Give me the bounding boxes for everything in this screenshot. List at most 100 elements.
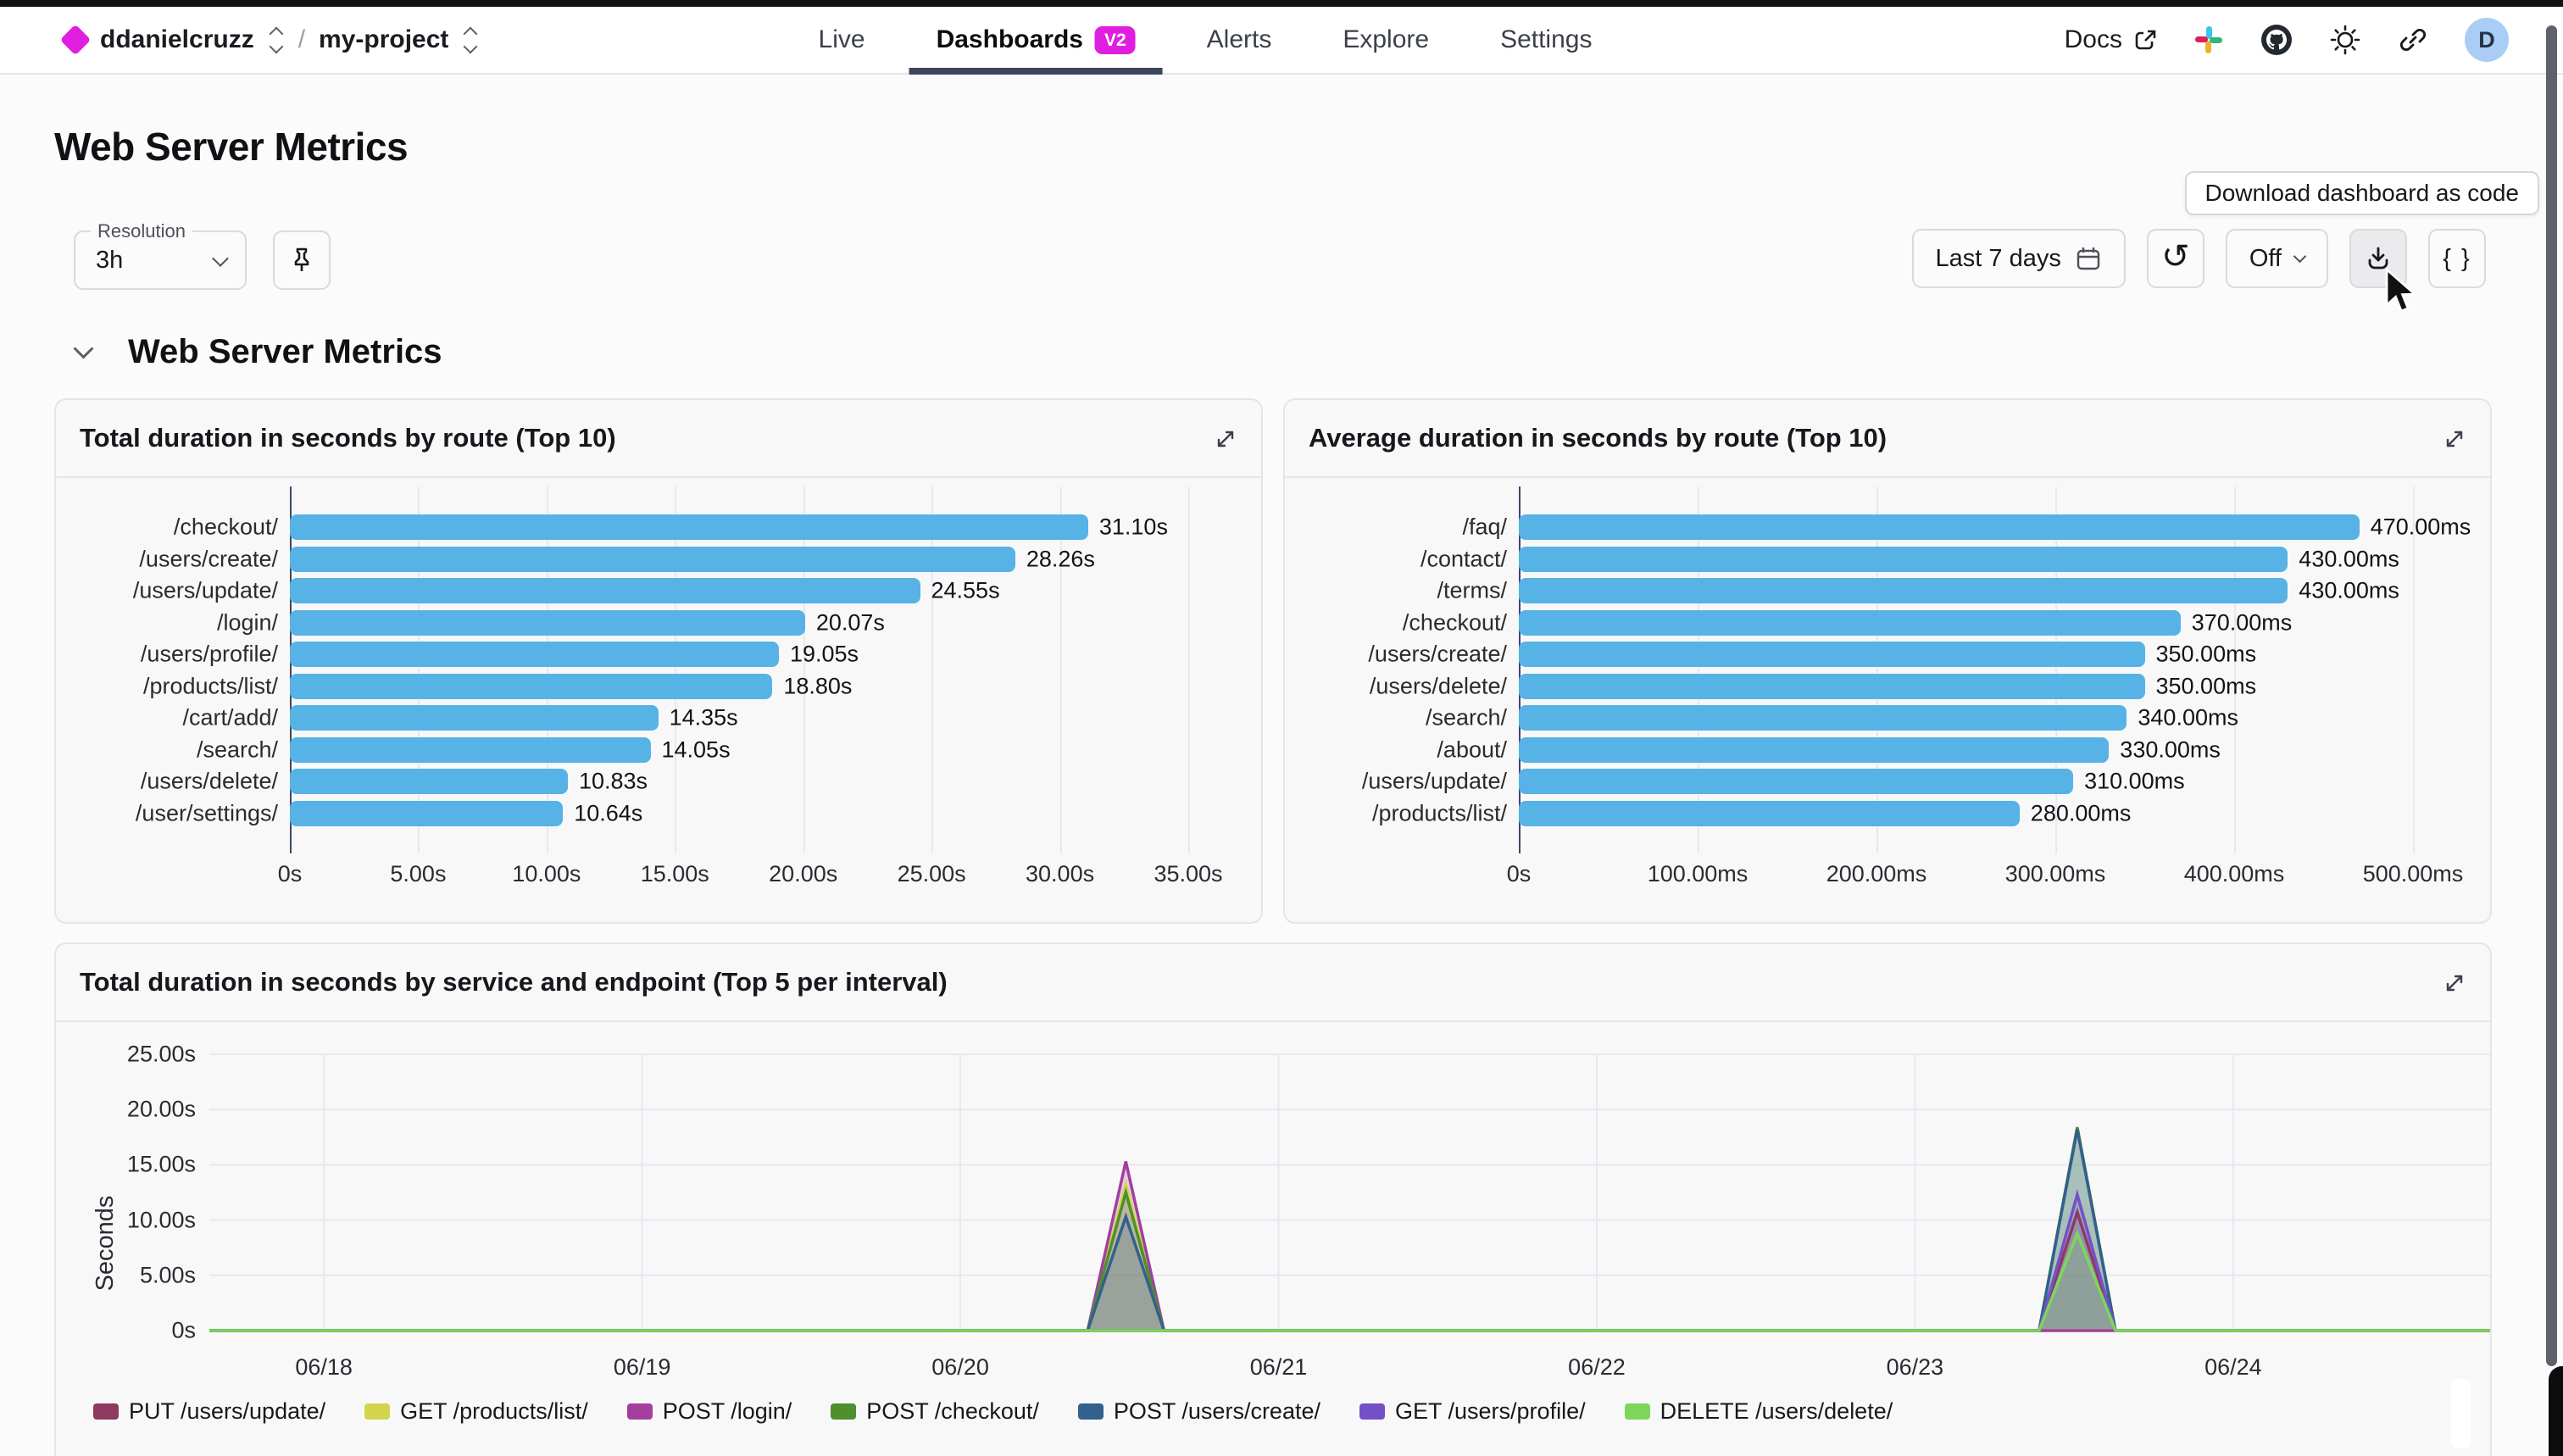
area-fill: [209, 1130, 2490, 1331]
x-axis-tick: 06/18: [295, 1354, 353, 1381]
legend-item[interactable]: GET /users/profile/: [1359, 1398, 1586, 1425]
x-axis-tick: 20.00s: [769, 861, 837, 887]
nav-tab-alerts[interactable]: Alerts: [1202, 7, 1277, 73]
bar-value-label: 430.00ms: [2299, 578, 2399, 604]
legend-item[interactable]: GET /products/list/: [364, 1398, 588, 1425]
nav-tab-live[interactable]: Live: [814, 7, 870, 73]
breadcrumb-project[interactable]: my-project: [319, 25, 448, 54]
x-axis-tick: 30.00s: [1026, 861, 1094, 887]
bar[interactable]: [290, 769, 568, 794]
area-fill: [209, 1185, 2490, 1331]
bar[interactable]: [290, 642, 779, 667]
bar[interactable]: [1519, 674, 2145, 699]
expand-panel-button[interactable]: [2438, 422, 2471, 456]
x-axis-tick: 200.00ms: [1826, 861, 1927, 887]
gridline: [2055, 486, 2057, 853]
page-scrollbar-thumb[interactable]: [2546, 25, 2557, 1366]
bar-category-label: /users/create/: [139, 546, 278, 572]
legend-item[interactable]: DELETE /users/delete/: [1625, 1398, 1893, 1425]
docs-link[interactable]: Docs: [2065, 25, 2158, 54]
bar-category-label: /users/profile/: [141, 642, 278, 668]
time-range-button[interactable]: Last 7 days: [1912, 229, 2126, 288]
legend-item[interactable]: POST /checkout/: [831, 1398, 1039, 1425]
x-axis-tick: 10.00s: [512, 861, 581, 887]
nav-tab-label: Settings: [1500, 25, 1592, 54]
bar[interactable]: [290, 801, 563, 826]
bar[interactable]: [1519, 514, 2360, 540]
y-axis-tick: 25.00s: [127, 1042, 196, 1068]
bar[interactable]: [1519, 769, 2073, 794]
download-dashboard-button[interactable]: [2349, 229, 2407, 288]
bar-category-label: /users/update/: [1362, 769, 1507, 795]
bar[interactable]: [1519, 705, 2127, 731]
y-axis-tick: 5.00s: [140, 1262, 196, 1288]
floating-scrollbar-thumb[interactable]: [2451, 1379, 2471, 1448]
bar[interactable]: [290, 705, 659, 731]
series-line: [209, 1130, 2490, 1331]
legend-swatch-icon: [364, 1403, 390, 1420]
refresh-button[interactable]: ↺: [2147, 229, 2204, 288]
gridline: [675, 486, 676, 853]
resolution-select[interactable]: Resolution 3h: [74, 231, 247, 290]
app-header: ddanielcruzz / my-project LiveDashboards…: [0, 7, 2563, 75]
bar[interactable]: [290, 578, 920, 603]
panel-header: Average duration in seconds by route (To…: [1285, 400, 2490, 478]
share-link-icon[interactable]: [2397, 24, 2429, 56]
expand-icon: [2442, 426, 2467, 452]
area-fill: [209, 1127, 2490, 1331]
gridline: [1188, 486, 1190, 853]
expand-panel-button[interactable]: [2438, 966, 2471, 1000]
github-icon[interactable]: [2260, 23, 2293, 57]
section-header[interactable]: Web Server Metrics: [54, 325, 2509, 378]
bar-value-label: 18.80s: [783, 673, 852, 699]
corner-overlay: [2549, 1366, 2563, 1456]
bar[interactable]: [290, 674, 772, 699]
gridline: [1698, 486, 1699, 853]
dashboard-controls: Last 7 days ↺ Off { }: [1912, 229, 2486, 288]
project-switcher-caret-icon[interactable]: [465, 29, 475, 52]
nav-tab-label: Live: [819, 25, 865, 54]
bar[interactable]: [1519, 610, 2181, 636]
org-switcher-caret-icon[interactable]: [271, 29, 281, 52]
legend-item[interactable]: PUT /users/update/: [93, 1398, 325, 1425]
series-line: [209, 1127, 2490, 1331]
gridline: [1060, 486, 1062, 853]
theme-sun-icon[interactable]: [2329, 24, 2361, 56]
nav-tab-settings[interactable]: Settings: [1495, 7, 1597, 73]
time-range-label: Last 7 days: [1936, 245, 2061, 273]
bar-category-label: /about/: [1437, 736, 1507, 763]
bar-chart-total-duration: 0s5.00s10.00s15.00s20.00s25.00s30.00s35.…: [56, 478, 1261, 922]
avatar[interactable]: D: [2465, 18, 2509, 62]
nav-tab-dashboards[interactable]: DashboardsV2: [931, 7, 1141, 73]
bar-value-label: 350.00ms: [2156, 673, 2257, 699]
breadcrumb-org[interactable]: ddanielcruzz: [100, 25, 254, 54]
x-axis-tick: 25.00s: [898, 861, 966, 887]
bar[interactable]: [290, 737, 651, 763]
expand-panel-button[interactable]: [1209, 422, 1243, 456]
panel-duration-by-service-endpoint: Total duration in seconds by service and…: [54, 942, 2492, 1456]
area-fill: [209, 1161, 2490, 1331]
edit-json-button[interactable]: { }: [2428, 229, 2486, 288]
nav-tab-explore[interactable]: Explore: [1337, 7, 1434, 73]
section-title: Web Server Metrics: [128, 333, 442, 371]
bar[interactable]: [1519, 578, 2288, 603]
bar-category-label: /contact/: [1420, 546, 1507, 572]
bar-category-label: /products/list/: [143, 673, 278, 699]
panel-title: Total duration in seconds by route (Top …: [80, 423, 616, 453]
x-axis-tick: 300.00ms: [2005, 861, 2106, 887]
bar[interactable]: [290, 514, 1088, 540]
pin-resolution-button[interactable]: [273, 231, 331, 290]
bar[interactable]: [290, 610, 805, 636]
legend-item[interactable]: POST /login/: [627, 1398, 792, 1425]
chevron-down-icon: [212, 250, 229, 267]
legend-item[interactable]: POST /users/create/: [1078, 1398, 1320, 1425]
legend-label: PUT /users/update/: [129, 1398, 325, 1425]
auto-refresh-select[interactable]: Off: [2226, 229, 2328, 288]
bar[interactable]: [1519, 737, 2109, 763]
bar[interactable]: [1519, 801, 2020, 826]
bar-category-label: /users/update/: [133, 578, 278, 604]
bar[interactable]: [290, 547, 1015, 572]
bar[interactable]: [1519, 642, 2145, 667]
bar[interactable]: [1519, 547, 2288, 572]
slack-icon[interactable]: [2193, 25, 2224, 55]
